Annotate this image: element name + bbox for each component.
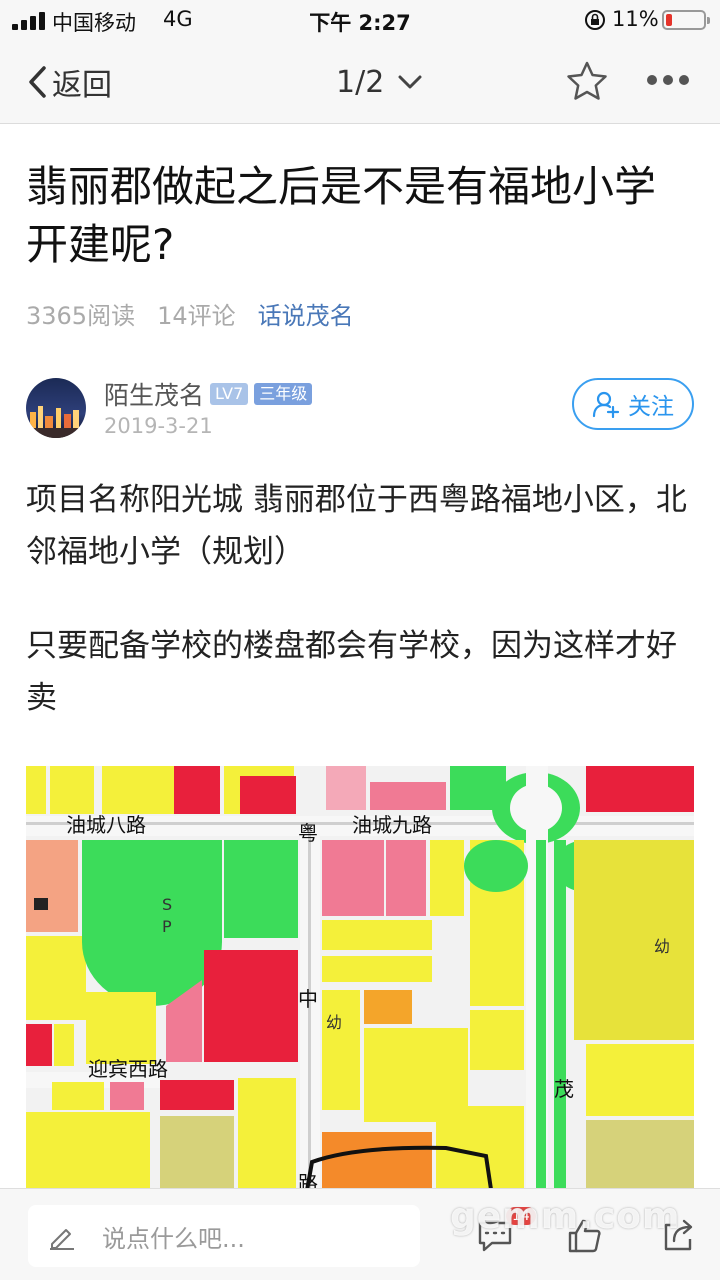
page-indicator: 1/2 bbox=[336, 64, 385, 100]
map-road-label-3: 迎宾西路 bbox=[88, 1057, 168, 1081]
avatar[interactable] bbox=[26, 378, 86, 438]
map-road-label-1: 油城八路 bbox=[66, 813, 146, 837]
author-row: 陌生茂名 LV7 三年级 2019-3-21 关注 bbox=[26, 376, 694, 442]
author-name[interactable]: 陌生茂名 bbox=[104, 376, 204, 412]
chevron-left-icon bbox=[29, 66, 46, 98]
back-button[interactable]: 返回 bbox=[26, 60, 112, 104]
follow-label: 关注 bbox=[628, 394, 674, 420]
comment-input[interactable]: 说点什么吧... bbox=[28, 1205, 420, 1267]
article-paragraph-2: 只要配备学校的楼盘都会有学校，因为这样才好卖 bbox=[26, 628, 677, 716]
article-meta: 3365阅读 14评论 话说茂名 bbox=[26, 296, 376, 330]
grade-badge: 三年级 bbox=[254, 383, 313, 405]
map-label-p: P bbox=[162, 917, 172, 936]
add-user-icon bbox=[592, 391, 620, 418]
map-label-kindergarten-2: 幼 bbox=[654, 937, 670, 956]
post-date: 2019-3-21 bbox=[104, 414, 213, 438]
comment-count: 14评论 bbox=[157, 301, 236, 330]
status-bar: 中国移动 4G 下午 2:27 11% bbox=[0, 0, 720, 40]
pencil-icon bbox=[50, 1229, 74, 1250]
comment-placeholder: 说点什么吧... bbox=[102, 1224, 245, 1253]
favorite-star-icon[interactable] bbox=[566, 60, 608, 102]
back-label: 返回 bbox=[52, 68, 112, 103]
follow-button[interactable]: 关注 bbox=[572, 378, 694, 430]
map-label-yue: 粤 bbox=[298, 821, 318, 845]
rotation-lock-icon bbox=[585, 10, 605, 30]
map-road-label-2: 油城九路 bbox=[352, 813, 432, 837]
chevron-down-icon bbox=[398, 75, 422, 89]
map-label-kindergarten-1: 幼 bbox=[326, 1013, 342, 1032]
more-options-icon[interactable] bbox=[646, 74, 690, 86]
read-count: 3365阅读 bbox=[26, 301, 136, 330]
battery-percent: 11% bbox=[612, 7, 659, 31]
planning-map-image[interactable]: 油城八路 油城九路 迎宾西路 粤 中 茂 路 S P 幼 幼 bbox=[26, 766, 694, 1196]
author-name-row: 陌生茂名 LV7 三年级 bbox=[104, 376, 313, 412]
map-label-zhong: 中 bbox=[298, 987, 318, 1011]
forum-link[interactable]: 话说茂名 bbox=[258, 296, 354, 331]
map-label-mao: 茂 bbox=[554, 1077, 574, 1101]
article-title: 翡丽郡做起之后是不是有福地小学开建呢? bbox=[26, 162, 657, 269]
planning-map: 油城八路 油城九路 迎宾西路 粤 中 茂 路 S P 幼 幼 bbox=[26, 766, 694, 1196]
article-paragraph-1: 项目名称阳光城 翡丽郡位于西粤路福地小区，北邻福地小学（规划） bbox=[26, 482, 687, 570]
nav-bar: 返回 1/2 bbox=[0, 40, 720, 124]
watermark-text: gemm.com bbox=[450, 1196, 681, 1237]
map-label-s: S bbox=[162, 895, 172, 914]
battery-icon bbox=[662, 10, 710, 30]
page-selector[interactable]: 1/2 bbox=[336, 62, 422, 102]
level-badge: LV7 bbox=[210, 383, 249, 405]
